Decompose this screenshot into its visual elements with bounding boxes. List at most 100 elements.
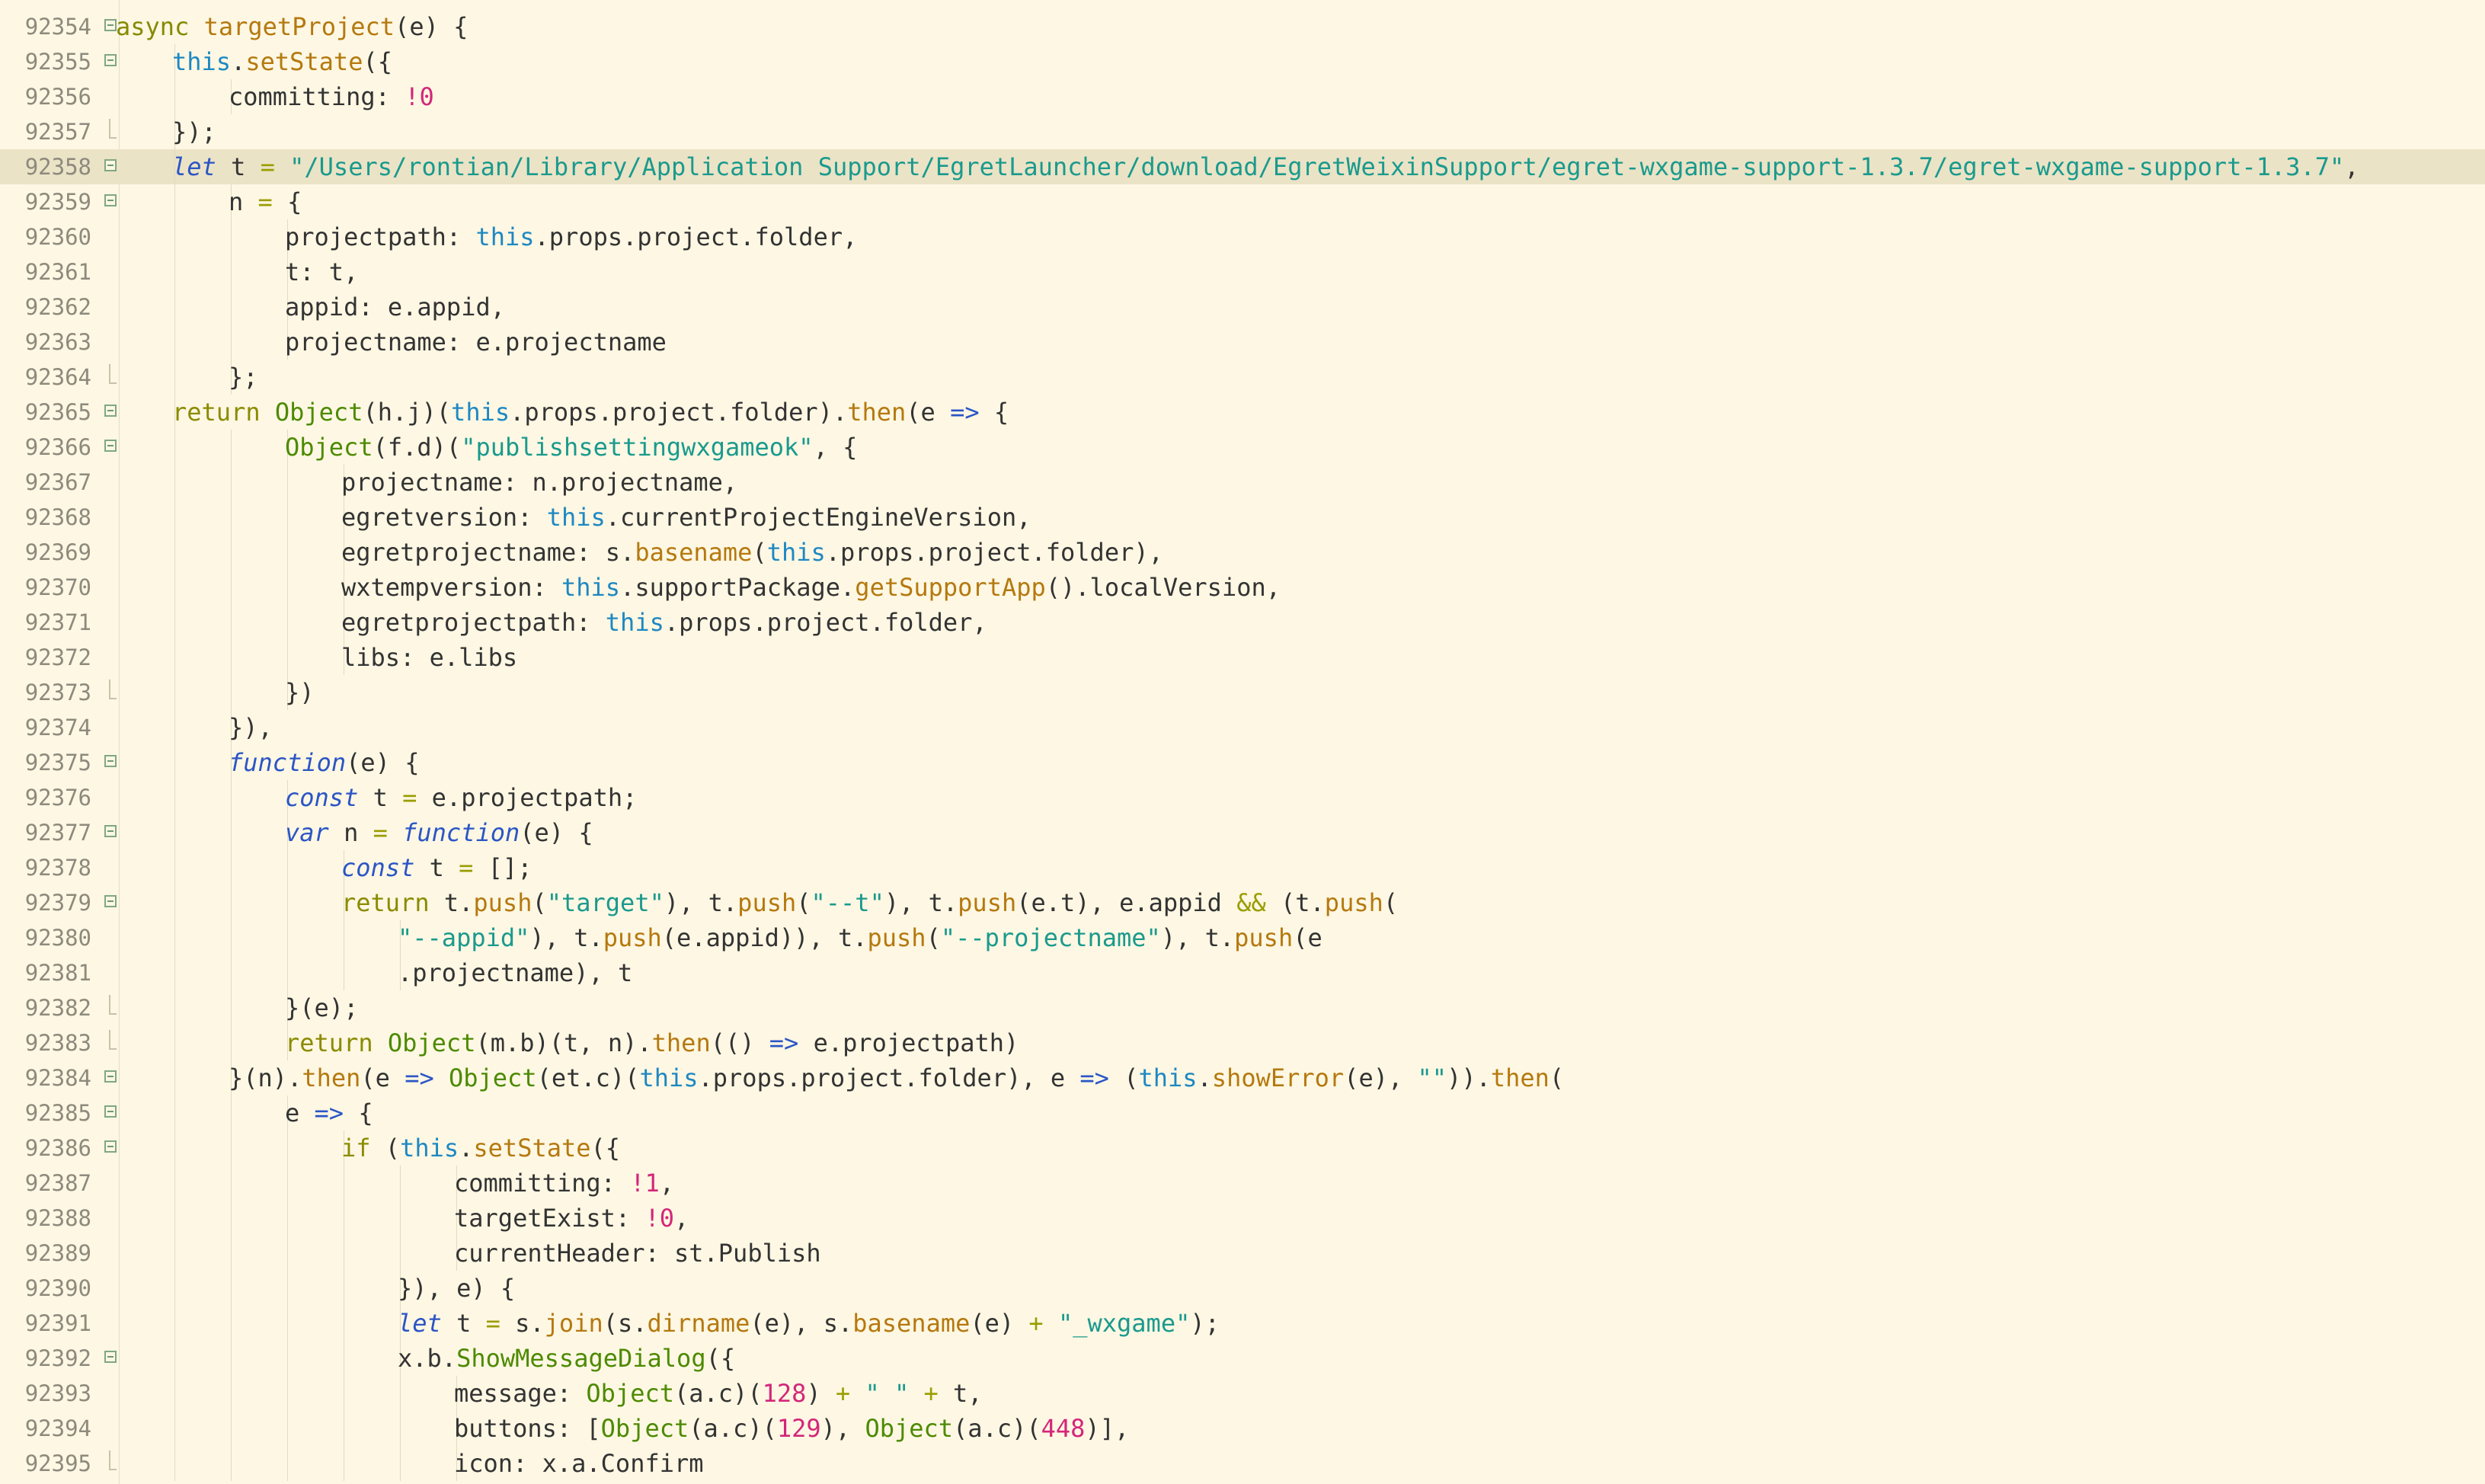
indent-guide	[174, 850, 175, 885]
code-line[interactable]: 92384}(n).then(e => Object(et.c)(this.pr…	[0, 1060, 2485, 1095]
code-line[interactable]: 92375 function(e) {	[0, 745, 2485, 780]
code-line[interactable]: 92355 this.setState({	[0, 44, 2485, 79]
code-line[interactable]: 92369 egretprojectname: s.basename(this.p…	[0, 535, 2485, 570]
code-line[interactable]: 92367 projectname: n.projectname,	[0, 465, 2485, 500]
token-plain: .currentProjectEngineVersion,	[605, 503, 1031, 532]
token-plain: ({	[590, 1134, 621, 1163]
indent-guide	[400, 1201, 401, 1236]
code-line[interactable]: 92368 egretversion: this.currentProjectEn…	[0, 500, 2485, 535]
code-line[interactable]: 92377 var n = function(e) {	[0, 815, 2485, 850]
code-line[interactable]: 92361 t: t,	[0, 254, 2485, 289]
token-this: this	[639, 1063, 699, 1092]
token-decl: var	[285, 818, 329, 847]
code-line[interactable]: 92383 return Object(m.b)(t, n).then(() =>…	[0, 1025, 2485, 1060]
code-line[interactable]: 92359 n = {	[0, 184, 2485, 219]
code-line[interactable]: 92381 .projectname), t	[0, 955, 2485, 990]
token-op: =	[459, 853, 474, 882]
code-text: "--appid"), t.push(e.appid)), t.push("--…	[398, 920, 1322, 955]
code-line[interactable]: 92373})	[0, 675, 2485, 710]
code-line[interactable]: 92356 committing: !0	[0, 79, 2485, 114]
indent-guide	[174, 605, 175, 640]
code-line[interactable]: 92388 targetExist: !0,	[0, 1201, 2485, 1236]
code-text: message: Object(a.c)(128) + " " + t,	[454, 1376, 983, 1411]
fold-collapse-icon[interactable]	[104, 1060, 120, 1095]
code-line[interactable]: 92390}), e) {	[0, 1271, 2485, 1306]
code-line[interactable]: 92376 const t = e.projectpath;	[0, 780, 2485, 815]
fold-collapse-icon[interactable]	[104, 1341, 120, 1376]
code-line[interactable]: 92392 x.b.ShowMessageDialog({	[0, 1341, 2485, 1376]
code-line[interactable]: 92354 async targetProject(e) {	[0, 9, 2485, 44]
token-num: 0	[419, 82, 434, 111]
token-plain: projectname: e.projectname	[285, 328, 667, 357]
indent-guide	[231, 1306, 232, 1341]
code-line[interactable]: 92371 egretprojectpath: this.props.projec…	[0, 605, 2485, 640]
code-line[interactable]: 92391 let t = s.join(s.dirname(e), s.base…	[0, 1306, 2485, 1341]
indent-guide	[174, 1341, 175, 1376]
fold-collapse-icon[interactable]	[104, 44, 120, 79]
fold-collapse-icon[interactable]	[104, 1095, 120, 1131]
code-line[interactable]: 92385 e => {	[0, 1095, 2485, 1131]
token-plain: [];	[473, 853, 532, 882]
token-decl: let	[398, 1309, 442, 1338]
fold-collapse-icon[interactable]	[104, 1131, 120, 1166]
line-number: 92379	[24, 890, 91, 916]
indent-guide	[231, 219, 232, 254]
code-line[interactable]: 92365 return Object(h.j)(this.props.proje…	[0, 395, 2485, 430]
indent-guide	[231, 955, 232, 990]
code-line[interactable]: 92372 libs: e.libs	[0, 640, 2485, 675]
line-number: 92386	[24, 1135, 91, 1161]
indent-guide	[231, 675, 232, 710]
token-plain: (	[752, 538, 767, 567]
fold-collapse-icon[interactable]	[104, 885, 120, 920]
fold-collapse-icon[interactable]	[104, 430, 120, 465]
token-plain: .props.project.folder), e	[698, 1063, 1080, 1092]
code-line[interactable]: 92374}),	[0, 710, 2485, 745]
code-line[interactable]: 92364};	[0, 360, 2485, 395]
token-arrow: =>	[314, 1099, 344, 1127]
line-number: 92387	[24, 1170, 91, 1196]
code-line[interactable]: 92366 Object(f.d)("publishsettingwxgameok…	[0, 430, 2485, 465]
fold-collapse-icon[interactable]	[104, 149, 120, 184]
line-number: 92381	[24, 960, 91, 986]
fold-collapse-icon[interactable]	[104, 745, 120, 780]
code-line[interactable]: 92370 wxtempversion: this.supportPackage.…	[0, 570, 2485, 605]
code-line[interactable]: 92360 projectpath: this.props.project.fol…	[0, 219, 2485, 254]
indent-guide	[287, 1201, 288, 1236]
token-plain: (t.	[1265, 888, 1325, 917]
code-line[interactable]: 92394 buttons: [Object(a.c)(129), Object(…	[0, 1411, 2485, 1446]
code-line[interactable]: 92363 projectname: e.projectname	[0, 325, 2485, 360]
code-line[interactable]: 92387 committing: !1,	[0, 1166, 2485, 1201]
code-line[interactable]: 92379 return t.push("target"), t.push("--…	[0, 885, 2485, 920]
code-line[interactable]: 92380 "--appid"), t.push(e.appid)), t.pus…	[0, 920, 2485, 955]
code-line[interactable]: 92378 const t = [];	[0, 850, 2485, 885]
token-num: 1	[644, 1169, 660, 1198]
fold-collapse-icon[interactable]	[104, 395, 120, 430]
token-plain: (s.	[603, 1309, 648, 1338]
token-ret: return	[341, 888, 444, 917]
token-this: this	[451, 398, 510, 427]
indent-guide	[231, 850, 232, 885]
code-text: egretversion: this.currentProjectEngineV…	[341, 500, 1031, 535]
code-text: }), e) {	[398, 1271, 515, 1306]
token-obj: Object	[586, 1379, 674, 1408]
indent-guide	[231, 1341, 232, 1376]
code-line[interactable]: 92393 message: Object(a.c)(128) + " " + t…	[0, 1376, 2485, 1411]
code-line[interactable]: 92358 let t = "/Users/rontian/Library/App…	[0, 149, 2485, 184]
code-line[interactable]: 92395 icon: x.a.Confirm	[0, 1446, 2485, 1481]
code-line[interactable]: 92386 if (this.setState({	[0, 1131, 2485, 1166]
code-editor[interactable]: 92354 async targetProject(e) {92355 this.s…	[0, 0, 2485, 1484]
code-line[interactable]: 92357});	[0, 114, 2485, 149]
fold-collapse-icon[interactable]	[104, 184, 120, 219]
token-plain: egretprojectname: s.	[341, 538, 635, 567]
token-plain: (	[926, 923, 941, 952]
code-line[interactable]: 92382}(e);	[0, 990, 2485, 1025]
line-number: 92354	[24, 14, 91, 40]
fold-collapse-icon[interactable]	[104, 815, 120, 850]
code-line[interactable]: 92389 currentHeader: st.Publish	[0, 1236, 2485, 1271]
code-line[interactable]: 92362 appid: e.appid,	[0, 289, 2485, 325]
token-this: this	[1138, 1063, 1198, 1092]
